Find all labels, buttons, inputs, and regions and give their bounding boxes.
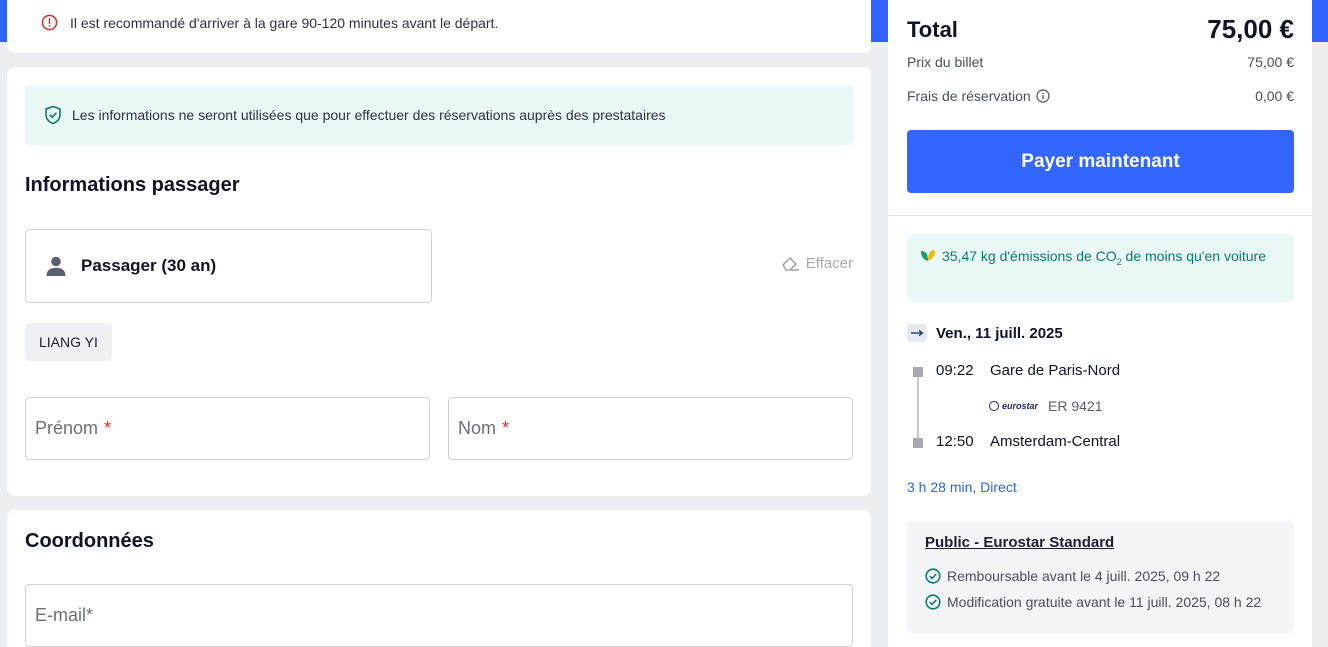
required-mark: * — [502, 418, 510, 438]
train-number: ER 9421 — [1048, 398, 1103, 414]
total-row: Total 75,00 € — [907, 14, 1294, 45]
fare-conditions-box: Public - Eurostar Standard Remboursable … — [907, 521, 1294, 633]
ticket-price-label: Prix du billet — [907, 54, 984, 70]
change-condition-text: Modification gratuite avant le 11 juill.… — [947, 594, 1262, 610]
total-value: 75,00 € — [1207, 14, 1294, 44]
eraser-icon — [781, 256, 799, 271]
passenger-selector[interactable]: Passager (30 an) — [25, 229, 432, 303]
arrival-time: 12:50 — [936, 433, 974, 450]
co2-text-main: 35,47 kg d'émissions de CO — [942, 248, 1117, 264]
check-circle-icon — [925, 568, 941, 584]
booking-fee-label: Frais de réservation — [907, 88, 1031, 104]
privacy-text: Les informations ne seront utilisées que… — [72, 107, 666, 123]
arrival-marker — [913, 438, 923, 448]
last-name-field[interactable]: Nom * — [448, 397, 853, 460]
summary-divider — [888, 215, 1312, 216]
arrival-notice-text: Il est recommandé d'arriver à la gare 90… — [70, 14, 499, 31]
train-arrow-icon — [907, 324, 927, 342]
arrival-station: Amsterdam-Central — [990, 433, 1121, 450]
clear-label: Effacer — [805, 255, 853, 272]
trip-duration: 3 h 28 min, Direct — [907, 479, 1017, 495]
info-icon[interactable] — [1036, 89, 1050, 103]
pay-now-button[interactable]: Payer maintenant — [907, 130, 1294, 193]
first-name-field[interactable]: Prénom * — [25, 397, 430, 460]
timeline-line — [917, 372, 919, 444]
required-mark: * — [104, 418, 112, 438]
refund-condition: Remboursable avant le 4 juill. 2025, 09 … — [925, 568, 1220, 584]
ticket-price-value: 75,00 € — [1247, 54, 1294, 70]
departure-station: Gare de Paris-Nord — [990, 362, 1121, 379]
departure-stop: 09:22 Gare de Paris-Nord — [936, 362, 1120, 379]
booking-fee-value: 0,00 € — [1255, 88, 1294, 104]
arrival-stop: 12:50 Amsterdam-Central — [936, 433, 1120, 450]
clear-button[interactable]: Effacer — [781, 255, 853, 272]
refund-condition-text: Remboursable avant le 4 juill. 2025, 09 … — [947, 568, 1221, 584]
last-name-placeholder: Nom — [458, 418, 497, 438]
first-name-placeholder: Prénom — [35, 418, 99, 438]
ticket-price-row: Prix du billet 75,00 € — [907, 54, 1294, 70]
trip-date: Ven., 11 juill. 2025 — [936, 324, 1063, 342]
person-icon — [46, 256, 66, 276]
departure-time: 09:22 — [936, 362, 974, 379]
saved-passenger-chip[interactable]: LIANG YI — [25, 323, 112, 361]
co2-text-end: de moins qu'en voiture — [1121, 248, 1266, 264]
train-info-row: eurostar ER 9421 — [989, 398, 1103, 414]
booking-fee-row: Frais de réservation 0,00 € — [907, 88, 1294, 104]
email-field[interactable]: E-mail* — [25, 584, 853, 647]
total-label: Total — [907, 16, 958, 42]
contact-card: Coordonnées E-mail* — [7, 510, 871, 647]
privacy-banner: Les informations ne seront utilisées que… — [25, 85, 853, 145]
alert-icon — [41, 14, 58, 31]
passenger-card: Les informations ne seront utilisées que… — [7, 67, 871, 496]
leaf-icon — [921, 250, 935, 261]
contact-section-title: Coordonnées — [25, 530, 154, 552]
departure-marker — [913, 367, 923, 377]
order-summary-panel: Total 75,00 € Prix du billet 75,00 € Fra… — [888, 0, 1312, 647]
co2-savings-banner: 35,47 kg d'émissions de CO2 de moins qu'… — [907, 234, 1294, 302]
passenger-section-title: Informations passager — [25, 174, 240, 196]
fare-title-link[interactable]: Public - Eurostar Standard — [925, 534, 1114, 551]
eurostar-logo: eurostar — [989, 401, 1038, 411]
email-placeholder: E-mail* — [35, 605, 94, 625]
check-circle-icon — [925, 594, 941, 610]
passenger-label: Passager (30 an) — [81, 256, 217, 275]
change-condition: Modification gratuite avant le 11 juill.… — [925, 594, 1261, 610]
trip-date-row: Ven., 11 juill. 2025 — [907, 324, 1063, 342]
arrival-notice-card: Il est recommandé d'arriver à la gare 90… — [7, 0, 871, 53]
shield-check-icon — [45, 105, 61, 125]
